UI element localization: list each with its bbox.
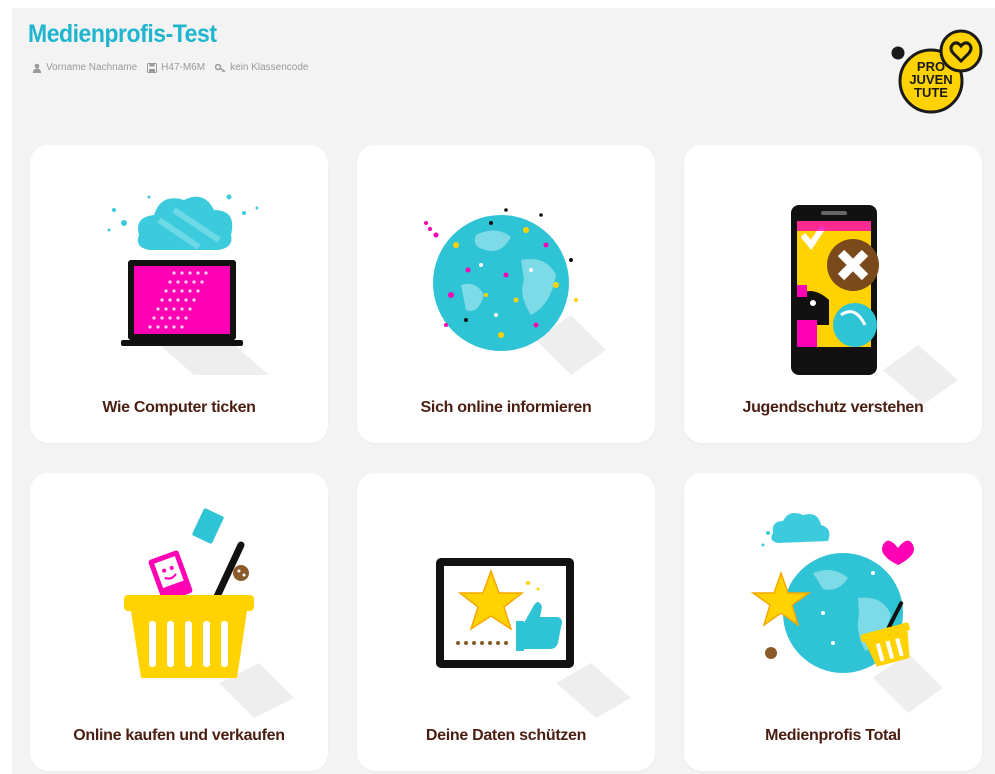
card-label: Wie Computer ticken	[102, 399, 256, 416]
user-name: Vorname Nachname	[46, 62, 138, 73]
card-label: Online kaufen und verkaufen	[73, 727, 285, 744]
save-icon	[147, 62, 158, 73]
card-medienprofis-total[interactable]: Medienprofis Total	[684, 473, 982, 771]
user-meta-bar: Vorname Nachname H47-M6M kein Klassencod…	[32, 62, 308, 73]
class-code: kein Klassencode	[230, 62, 309, 73]
logo-text-tute: TUTE	[914, 85, 948, 100]
page: Medienprofis-Test Vorname Nachname H47-M…	[12, 8, 995, 774]
card-sich-online-informieren[interactable]: Sich online informieren	[357, 145, 655, 443]
class-code-info: kein Klassencode	[215, 62, 308, 73]
card-label: Jugendschutz verstehen	[742, 399, 924, 416]
pro-juventute-logo: PRO JUVEN TUTE	[891, 29, 983, 114]
card-label: Medienprofis Total	[765, 727, 901, 744]
shopping-basket-icon	[124, 508, 294, 718]
card-label: Sich online informieren	[420, 399, 592, 416]
card-online-kaufen-und-verkaufen[interactable]: Online kaufen und verkaufen	[30, 473, 328, 771]
user-icon	[32, 63, 42, 73]
card-jugendschutz-verstehen[interactable]: Jugendschutz verstehen	[684, 145, 982, 443]
login-code-info: H47-M6M	[147, 62, 205, 73]
card-label: Deine Daten schützen	[425, 727, 587, 744]
page-title: Medienprofis-Test	[28, 20, 217, 48]
tablet-thumbs-up-icon	[436, 558, 631, 718]
globe-icon	[424, 208, 606, 375]
smartphone-icon	[791, 205, 958, 405]
key-icon	[215, 63, 226, 73]
user-info: Vorname Nachname	[32, 62, 137, 73]
card-wie-computer-ticken[interactable]: Wie Computer ticken	[30, 145, 328, 443]
laptop-cloud-icon	[107, 194, 269, 375]
globe-star-heart-icon	[750, 513, 943, 713]
card-deine-daten-schuetzen[interactable]: Deine Daten schützen	[357, 473, 655, 771]
login-code: H47-M6M	[161, 62, 206, 73]
